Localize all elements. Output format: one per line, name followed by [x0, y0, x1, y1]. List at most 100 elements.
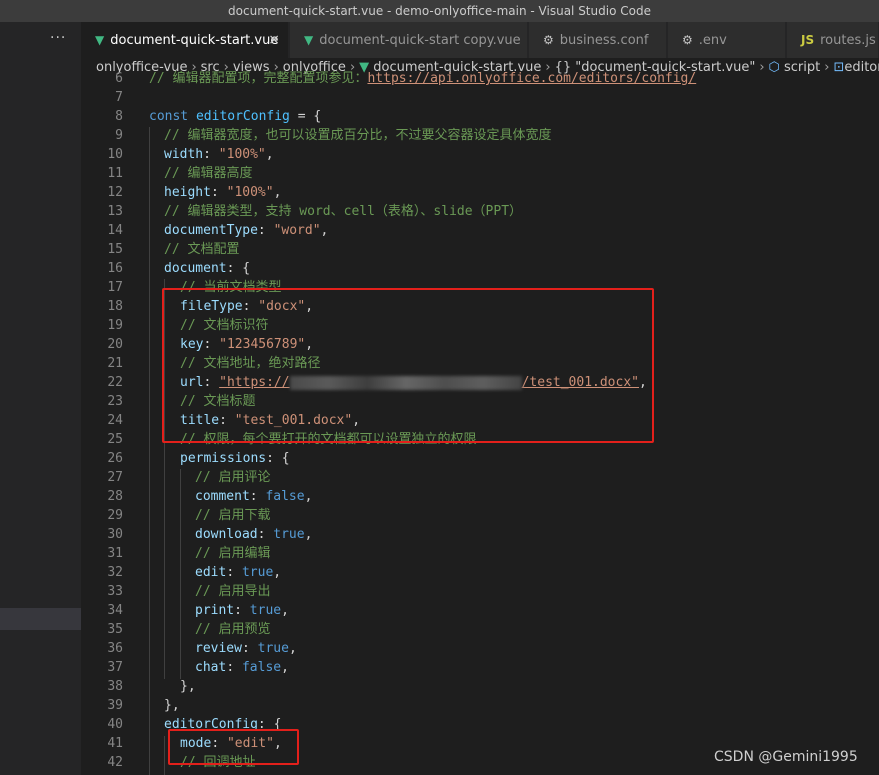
line-number: 41 [107, 736, 123, 751]
line-number: 29 [107, 508, 123, 523]
js-icon: JS [801, 33, 815, 47]
comment: // 编辑器高度 [164, 166, 253, 181]
line-number: 24 [107, 413, 123, 428]
string-value: "word" [273, 223, 321, 238]
line-number: 38 [107, 679, 123, 694]
line-number: 31 [107, 546, 123, 561]
code-line: chat: false, [195, 660, 289, 675]
code-line: download: true, [195, 527, 313, 542]
comment: // 启用下载 [195, 508, 271, 523]
highlight-box-mode [168, 729, 299, 765]
line-number: 25 [107, 432, 123, 447]
comment: // 文档配置 [164, 242, 240, 257]
indent-guide [149, 127, 150, 775]
code-line: }, [164, 698, 180, 713]
tab-document-quick-start[interactable]: ▼ document-quick-start.vue × [81, 22, 289, 58]
comment: // 启用导出 [195, 584, 271, 599]
string-value: "100%" [218, 147, 266, 162]
line-number: 42 [107, 755, 123, 770]
line-number: 32 [107, 565, 123, 580]
code-line: review: true, [195, 641, 297, 656]
line-number: 16 [107, 261, 123, 276]
gear-icon: ⚙ [543, 33, 554, 47]
line-number: 12 [107, 185, 123, 200]
comment: // 启用编辑 [195, 546, 271, 561]
more-actions-icon[interactable]: ··· [50, 30, 66, 46]
vue-icon: ▼ [95, 33, 105, 47]
code-line: comment: false, [195, 489, 313, 504]
string-value: "100%" [226, 185, 274, 200]
line-number: 14 [107, 223, 123, 238]
window-title: document-quick-start.vue - demo-onlyoffi… [0, 0, 879, 22]
line-number: 34 [107, 603, 123, 618]
vue-icon: ▼ [304, 33, 314, 47]
line-number: 30 [107, 527, 123, 542]
code-line: const editorConfig = { [149, 109, 322, 124]
line-number: 26 [107, 451, 123, 466]
sidebar-header [0, 22, 81, 58]
code-line: edit: true, [195, 565, 282, 580]
code-line: width: "100%", [164, 147, 274, 162]
line-number: 19 [107, 318, 123, 333]
comment: // 启用预览 [195, 622, 271, 637]
line-number: 13 [107, 204, 123, 219]
indent-guide [164, 736, 165, 775]
tab-document-quick-start-copy[interactable]: ▼ document-quick-start copy.vue [290, 22, 528, 58]
indent-guide [180, 469, 181, 679]
line-number: 17 [107, 280, 123, 295]
tab-label: document-quick-start.vue [110, 33, 279, 48]
line-number: 7 [115, 90, 123, 105]
comment: // 编辑器配置项，完整配置项参见： [149, 71, 368, 86]
tab-label: document-quick-start copy.vue [319, 33, 521, 48]
code-line: // 启用评论 [195, 468, 270, 487]
code-line: print: true, [195, 603, 289, 618]
tab-label: business.conf [559, 33, 649, 48]
sidebar [0, 58, 81, 775]
tab-env[interactable]: ⚙ .env [668, 22, 786, 58]
code-line: document: { [164, 261, 251, 276]
config-link[interactable]: https://api.onlyoffice.com/editors/confi… [367, 71, 696, 86]
line-number: 11 [107, 166, 123, 181]
close-icon[interactable]: × [268, 22, 280, 58]
code-line: // 编辑器配置项，完整配置项参见：https://api.onlyoffice… [149, 69, 696, 88]
line-number: 36 [107, 641, 123, 656]
braces-icon: ⊡ [833, 60, 845, 75]
code-line: height: "100%", [164, 185, 282, 200]
line-number: 22 [107, 375, 123, 390]
code-line: // 启用下载 [195, 506, 270, 525]
code-line: // 文档配置 [164, 240, 239, 259]
sidebar-selected-item[interactable] [0, 608, 81, 630]
line-number: 21 [107, 356, 123, 371]
code-line: // 启用导出 [195, 582, 270, 601]
code-line: // 启用预览 [195, 620, 270, 639]
watermark: CSDN @Gemini1995 [714, 749, 858, 765]
line-number: 27 [107, 470, 123, 485]
line-number: 35 [107, 622, 123, 637]
cube-icon: ⬡ [768, 60, 784, 75]
code-line: permissions: { [180, 451, 290, 466]
line-number: 20 [107, 337, 123, 352]
tab-routes-js[interactable]: JS routes.js [787, 22, 879, 58]
line-number: 8 [115, 109, 123, 124]
line-number: 23 [107, 394, 123, 409]
tab-business-conf[interactable]: ⚙ business.conf [529, 22, 667, 58]
code-line: // 编辑器高度 [164, 164, 252, 183]
breadcrumb-item[interactable]: script [784, 60, 820, 75]
line-number: 33 [107, 584, 123, 599]
line-number: 39 [107, 698, 123, 713]
line-number: 37 [107, 660, 123, 675]
line-number: 28 [107, 489, 123, 504]
code-line: }, [180, 679, 196, 694]
line-number: 10 [107, 147, 123, 162]
tab-label: routes.js [820, 33, 876, 48]
line-number: 40 [107, 717, 123, 732]
gear-icon: ⚙ [682, 33, 693, 47]
code-line: // 启用编辑 [195, 544, 270, 563]
code-line: documentType: "word", [164, 223, 329, 238]
breadcrumb-item[interactable]: editorConfig [844, 60, 879, 75]
comment: // 编辑器宽度，也可以设置成百分比，不过要父容器设定具体宽度 [164, 128, 552, 143]
comment: // 启用评论 [195, 470, 271, 485]
code-line: // 编辑器类型，支持 word、cell（表格）、slide（PPT） [164, 202, 522, 221]
highlight-box-document [162, 288, 654, 443]
tab-label: .env [698, 33, 727, 48]
